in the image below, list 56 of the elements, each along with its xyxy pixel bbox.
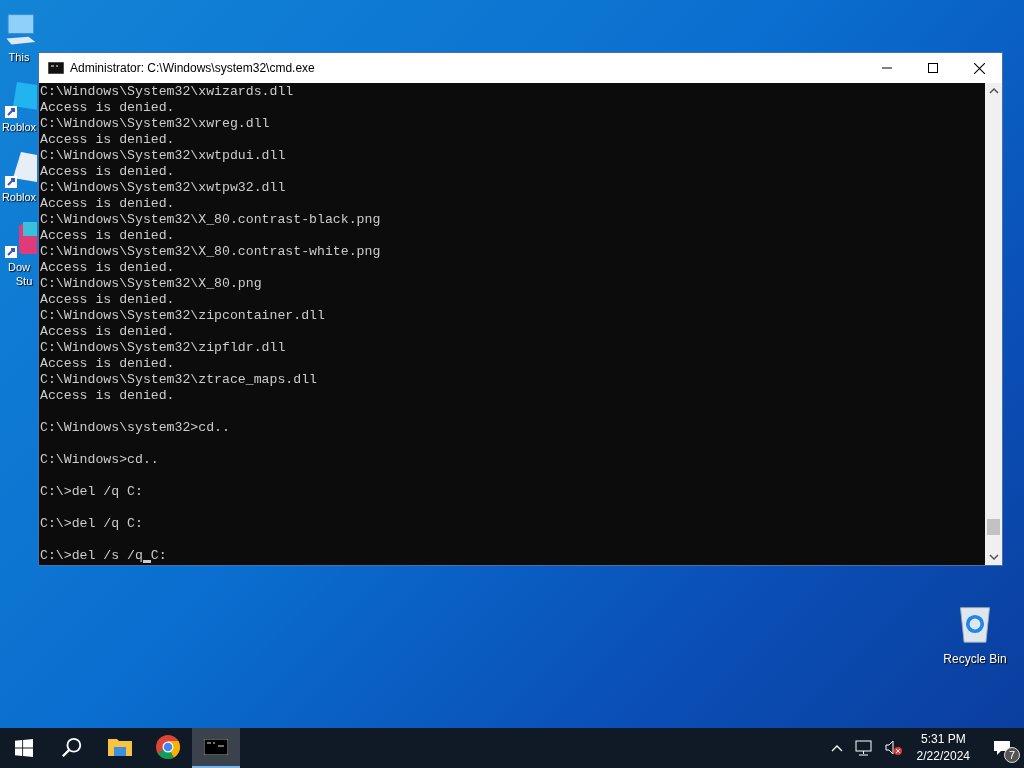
- console-line: Access is denied.: [40, 292, 176, 308]
- icon-label: Recycle Bin: [943, 652, 1007, 666]
- scroll-down-icon[interactable]: [988, 554, 999, 560]
- close-icon: [973, 62, 985, 74]
- console-line: C:\Windows\System32\zipcontainer.dll: [40, 308, 326, 324]
- console-line: C:\Windows\System32\xwreg.dll: [40, 116, 271, 132]
- console-line: C:\Windows\System32\xwtpw32.dll: [40, 180, 287, 196]
- app-shortcut-icon[interactable]: [3, 80, 37, 120]
- speaker-muted-icon[interactable]: [884, 740, 903, 756]
- windows-logo-icon: [15, 739, 33, 757]
- console-line: C:\Windows\System32\xwizards.dll: [40, 84, 295, 100]
- terminal-icon: [204, 739, 228, 755]
- scroll-up-icon[interactable]: [988, 88, 999, 94]
- console-line: C:\Windows\System32\X_80.contrast-black.png: [40, 212, 382, 228]
- taskbar-app-button[interactable]: [192, 728, 240, 768]
- console-line: C:: [150, 548, 167, 564]
- console-line: C:\Windows\system32>cd..: [40, 420, 231, 436]
- clock-time[interactable]: 5:31 PM: [920, 731, 966, 748]
- terminal-icon: [48, 62, 64, 74]
- window-title: Administrator: C:\Windows\system32\cmd.exe: [70, 61, 315, 75]
- network-icon[interactable]: [854, 740, 873, 756]
- notifications-icon[interactable]: [993, 740, 1011, 756]
- console-line: C:\Windows\System32\X_80.contrast-white.png: [40, 244, 382, 260]
- icon-label: This: [8, 50, 30, 64]
- notification-count: 7: [1004, 747, 1020, 763]
- search-icon: [61, 737, 83, 759]
- scroll-thumb[interactable]: [987, 519, 1000, 535]
- console-line: Access is denied.: [40, 388, 176, 404]
- console-line: Access is denied.: [40, 324, 176, 340]
- console-line: C:\Windows\System32\xwtpdui.dll: [40, 148, 287, 164]
- console-line: C:\Windows\System32\zipfldr.dll: [40, 340, 287, 356]
- icon-label: Roblox: [1, 190, 37, 204]
- console-line: C:\Windows\System32\X_80.png: [40, 276, 263, 292]
- console-line: Access is denied.: [40, 356, 176, 372]
- console-line: Access is denied.: [40, 196, 176, 212]
- console-line: Access is denied.: [40, 164, 176, 180]
- icon-label: Stu: [15, 274, 33, 288]
- console-line: Access is denied.: [40, 100, 176, 116]
- console-line: Access is denied.: [40, 132, 176, 148]
- console-line: Access is denied.: [40, 228, 176, 244]
- console-line: C:\Windows>cd..: [40, 452, 160, 468]
- console-line: C:\Windows\System32\ztrace_maps.dll: [40, 372, 318, 388]
- maximize-icon: [928, 63, 938, 73]
- text-cursor: [142, 560, 151, 563]
- console-line: C:\>del /q C:: [40, 516, 144, 532]
- icon-label: Dow: [8, 260, 30, 274]
- scrollbar[interactable]: [985, 83, 1002, 565]
- clock-date[interactable]: 2/22/2024: [916, 748, 970, 765]
- folder-icon: [108, 737, 132, 757]
- console-line: C:\>del /q C:: [40, 484, 144, 500]
- browser-icon: [156, 735, 180, 759]
- console-line: C:\>del /s /q: [40, 548, 143, 564]
- icon-label: Roblox: [1, 120, 37, 134]
- console-line: Access is denied.: [40, 260, 176, 276]
- app-shortcut-icon[interactable]: [3, 150, 37, 190]
- chevron-up-icon[interactable]: [830, 744, 843, 752]
